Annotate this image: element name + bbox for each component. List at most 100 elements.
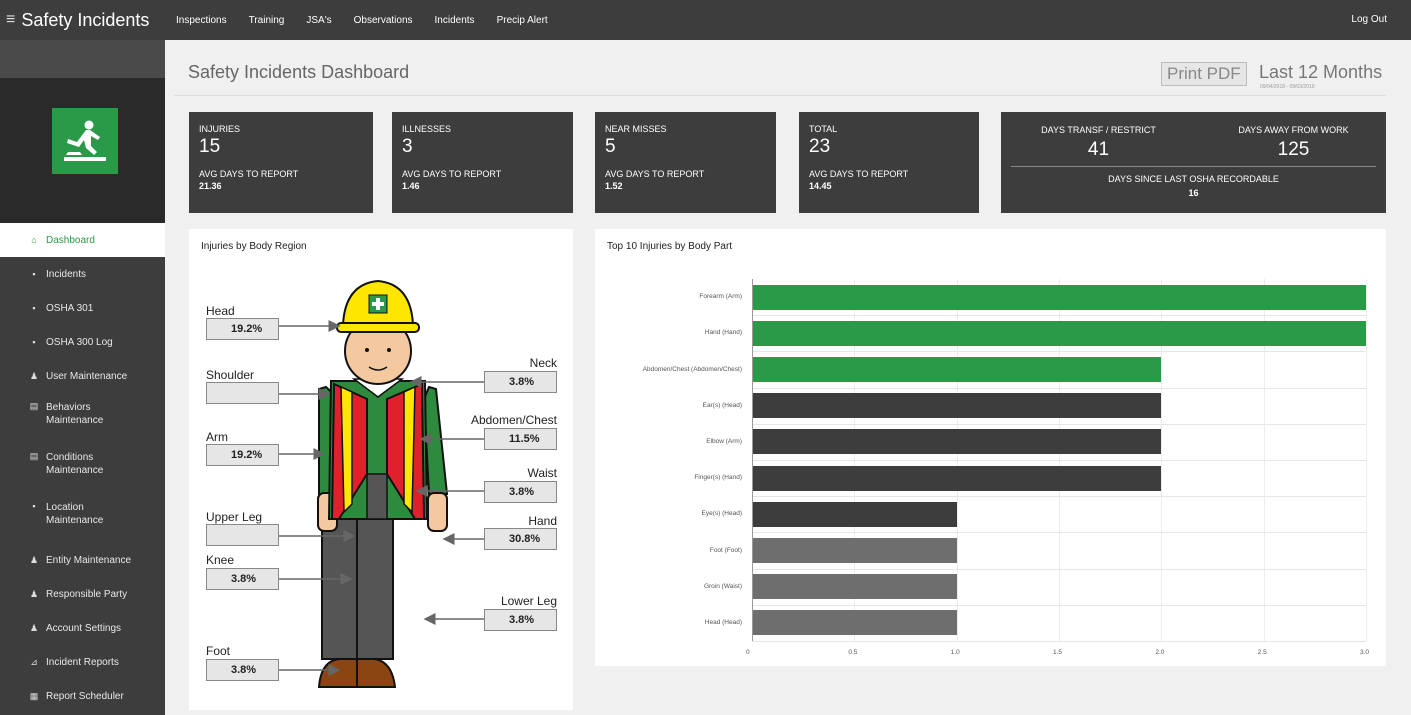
top-injuries-chart-panel: Top 10 Injuries by Body Part 0 0.5 1.0 1.5 2… [595, 229, 1386, 666]
logout-link[interactable]: Log Out [1351, 0, 1387, 40]
stat-card-days: DAYS TRANSF / RESTRICT DAYS AWAY FROM WO… [1001, 112, 1386, 213]
users-icon: ♟ [29, 622, 39, 633]
app-title: Safety Incidents [21, 9, 150, 30]
region-arm-label: Arm [206, 430, 228, 444]
body-region-panel: Injuries by Body Region Head 19.2% Shoul… [189, 229, 573, 710]
sidebar-item-user-maintenance[interactable]: ♟ User Maintenance [0, 359, 165, 393]
sidebar-item-osha-300-log[interactable]: ▪ OSHA 300 Log [0, 325, 165, 359]
page-header: Safety Incidents Dashboard Print PDF Las… [174, 46, 1386, 96]
document-icon: ▪ [32, 337, 36, 347]
row-gridline [752, 315, 1366, 317]
row-gridline [752, 532, 1366, 534]
region-lower-leg-label: Lower Leg [500, 594, 557, 608]
stat-sub-value: 21.36 [199, 181, 222, 191]
stat-title: ILLNESSES [402, 124, 452, 134]
logo-area [0, 78, 165, 223]
region-head-value: 19.2% [206, 318, 279, 340]
sidebar-item-behaviors-maintenance[interactable]: ▤ Behaviors Maintenance [0, 393, 165, 443]
date-range-selector[interactable]: Last 12 Months [1259, 62, 1382, 83]
region-lower-leg-value: 3.8% [484, 609, 557, 631]
sidebar-top-strip [0, 40, 165, 78]
x-tick-label: 2.5 [1257, 649, 1267, 656]
bar[interactable] [752, 574, 957, 600]
sidebar-item-label: Entity Maintenance [46, 554, 132, 566]
region-foot-value: 3.8% [206, 659, 279, 681]
stat-sub-value: 1.46 [402, 181, 420, 191]
y-axis-line [752, 279, 753, 641]
y-category-label: Hand (Hand) [704, 329, 742, 337]
sidebar-item-label: Conditions Maintenance [46, 452, 104, 476]
stat-card-illnesses: ILLNESSES 3 AVG DAYS TO REPORT 1.46 [392, 112, 573, 213]
stat-card-total: TOTAL 23 AVG DAYS TO REPORT 14.45 [799, 112, 979, 213]
divider [1011, 166, 1376, 167]
sidebar-item-conditions-maintenance[interactable]: ▤ Conditions Maintenance [0, 443, 165, 493]
app-brand[interactable]: ≡ Safety Incidents [0, 0, 165, 40]
bar[interactable] [752, 393, 1162, 419]
nav-precip-alert[interactable]: Precip Alert [497, 15, 548, 26]
stat-value: 5 [605, 136, 616, 157]
row-gridline [752, 423, 1366, 425]
sidebar-item-location-maintenance[interactable]: ▪ Location Maintenance [0, 493, 165, 543]
bar[interactable] [752, 501, 957, 527]
nav-incidents[interactable]: Incidents [435, 15, 475, 26]
row-gridline [752, 496, 1366, 498]
bar[interactable] [752, 320, 1366, 346]
nav-inspections[interactable]: Inspections [176, 15, 227, 26]
stat-sub-value: 1.52 [605, 181, 623, 191]
row-gridline [752, 641, 1366, 642]
bar[interactable] [752, 429, 1162, 455]
days-since-label: DAYS SINCE LAST OSHA RECORDABLE [1108, 174, 1279, 184]
nav-training[interactable]: Training [249, 15, 285, 26]
y-category-label: Abdomen/Chest (Abdomen/Chest) [642, 365, 742, 373]
region-head-label: Head [206, 304, 235, 318]
sidebar-item-incidents[interactable]: ▪ Incidents [0, 257, 165, 291]
sidebar-item-label: Dashboard [46, 234, 95, 246]
date-range-dates: 09/04/2018 - 09/03/2019 [1260, 84, 1315, 90]
x-tick-label: 2.0 [1155, 649, 1165, 656]
region-upper-leg-value [206, 524, 279, 546]
sidebar-item-label: Behaviors Maintenance [46, 402, 104, 426]
document-icon: ▪ [32, 303, 36, 313]
bar[interactable] [752, 284, 1366, 310]
sidebar-item-dashboard[interactable]: ⌂ Dashboard [0, 223, 165, 257]
row-gridline [752, 460, 1366, 461]
print-pdf-button[interactable]: Print PDF [1161, 62, 1247, 86]
sidebar-item-label: Report Scheduler [46, 690, 124, 702]
bar[interactable] [752, 538, 957, 563]
sidebar-item-account-settings[interactable]: ♟ Account Settings [0, 611, 165, 645]
days-since-value: 16 [1188, 188, 1199, 198]
bar[interactable] [752, 610, 957, 636]
calendar-icon: ▦ [29, 690, 39, 701]
sidebar-item-incident-reports[interactable]: ⊿ Incident Reports [0, 645, 165, 679]
region-hand-value: 30.8% [484, 528, 557, 550]
sidebar-item-report-scheduler[interactable]: ▦ Report Scheduler [0, 679, 165, 713]
sidebar-item-responsible-party[interactable]: ♟ Responsible Party [0, 577, 165, 611]
y-category-label: Head (Head) [704, 618, 742, 626]
sidebar-item-label: Account Settings [46, 622, 122, 634]
region-neck-value: 3.8% [484, 371, 557, 393]
y-category-label: Groin (Waist) [703, 582, 742, 590]
y-category-label: Finger(s) (Hand) [694, 474, 742, 482]
chart-icon: ⊿ [30, 656, 38, 667]
nav-observations[interactable]: Observations [354, 15, 413, 26]
x-tick-label: 1.0 [950, 649, 960, 656]
bar[interactable] [752, 357, 1162, 382]
region-shoulder-label: Shoulder [206, 368, 255, 382]
hamburger-menu-icon[interactable]: ≡ [6, 11, 15, 29]
users-icon: ♟ [29, 588, 39, 599]
gridline [1366, 279, 1367, 641]
days-away-label: DAYS AWAY FROM WORK [1238, 125, 1349, 135]
days-transf-label: DAYS TRANSF / RESTRICT [1041, 125, 1156, 135]
nav-jsas[interactable]: JSA's [306, 15, 331, 26]
sidebar-menu: ⌂ Dashboard ▪ Incidents ▪ OSHA 301 ▪ OSHA 300 L… [0, 223, 165, 713]
bar[interactable] [752, 465, 1162, 491]
stat-value: 15 [199, 136, 221, 157]
sidebar-item-entity-maintenance[interactable]: ♟ Entity Maintenance [0, 543, 165, 577]
users-icon: ♟ [29, 554, 39, 565]
region-knee-label: Knee [206, 553, 235, 567]
users-icon: ♟ [29, 370, 39, 381]
stat-card-near-misses: NEAR MISSES 5 AVG DAYS TO REPORT 1.52 [595, 112, 776, 213]
top-nav: Inspections Training JSA's Observations … [176, 0, 570, 40]
y-category-label: Foot (Foot) [709, 546, 742, 554]
sidebar-item-osha-301[interactable]: ▪ OSHA 301 [0, 291, 165, 325]
